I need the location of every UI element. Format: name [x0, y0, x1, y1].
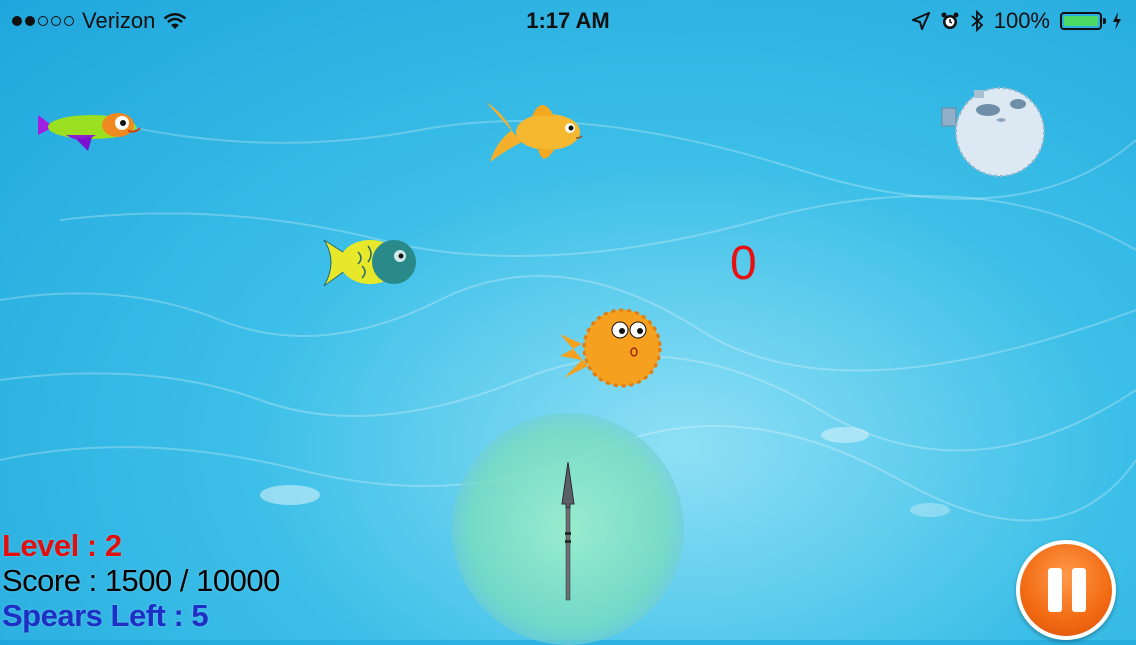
location-arrow-icon — [911, 12, 930, 30]
popup-score: 0 — [730, 237, 757, 290]
battery-percent: 100% — [993, 8, 1050, 33]
yellow-fish-icon[interactable] — [322, 232, 420, 292]
spears-left-label: Spears Left : 5 — [2, 598, 209, 633]
bluetooth-icon — [971, 10, 984, 32]
charging-bolt-icon — [1113, 12, 1121, 30]
goldfish-icon[interactable] — [482, 92, 588, 172]
alarm-icon — [941, 12, 959, 29]
pufferfish-blue-icon[interactable] — [940, 80, 1050, 184]
level-label: Level : 2 — [2, 528, 122, 563]
score-label: Score : 1500 / 10000 — [2, 563, 280, 598]
status-right: 100% — [911, 8, 1122, 34]
pause-button[interactable] — [1016, 540, 1116, 640]
status-bar: Verizon 1:17 AM 100% — [0, 0, 1136, 40]
pufferfish-orange-icon[interactable] — [558, 304, 666, 394]
spear-icon[interactable] — [558, 462, 578, 602]
battery-icon — [1060, 12, 1106, 30]
rainbow-fish-icon[interactable] — [36, 105, 142, 155]
